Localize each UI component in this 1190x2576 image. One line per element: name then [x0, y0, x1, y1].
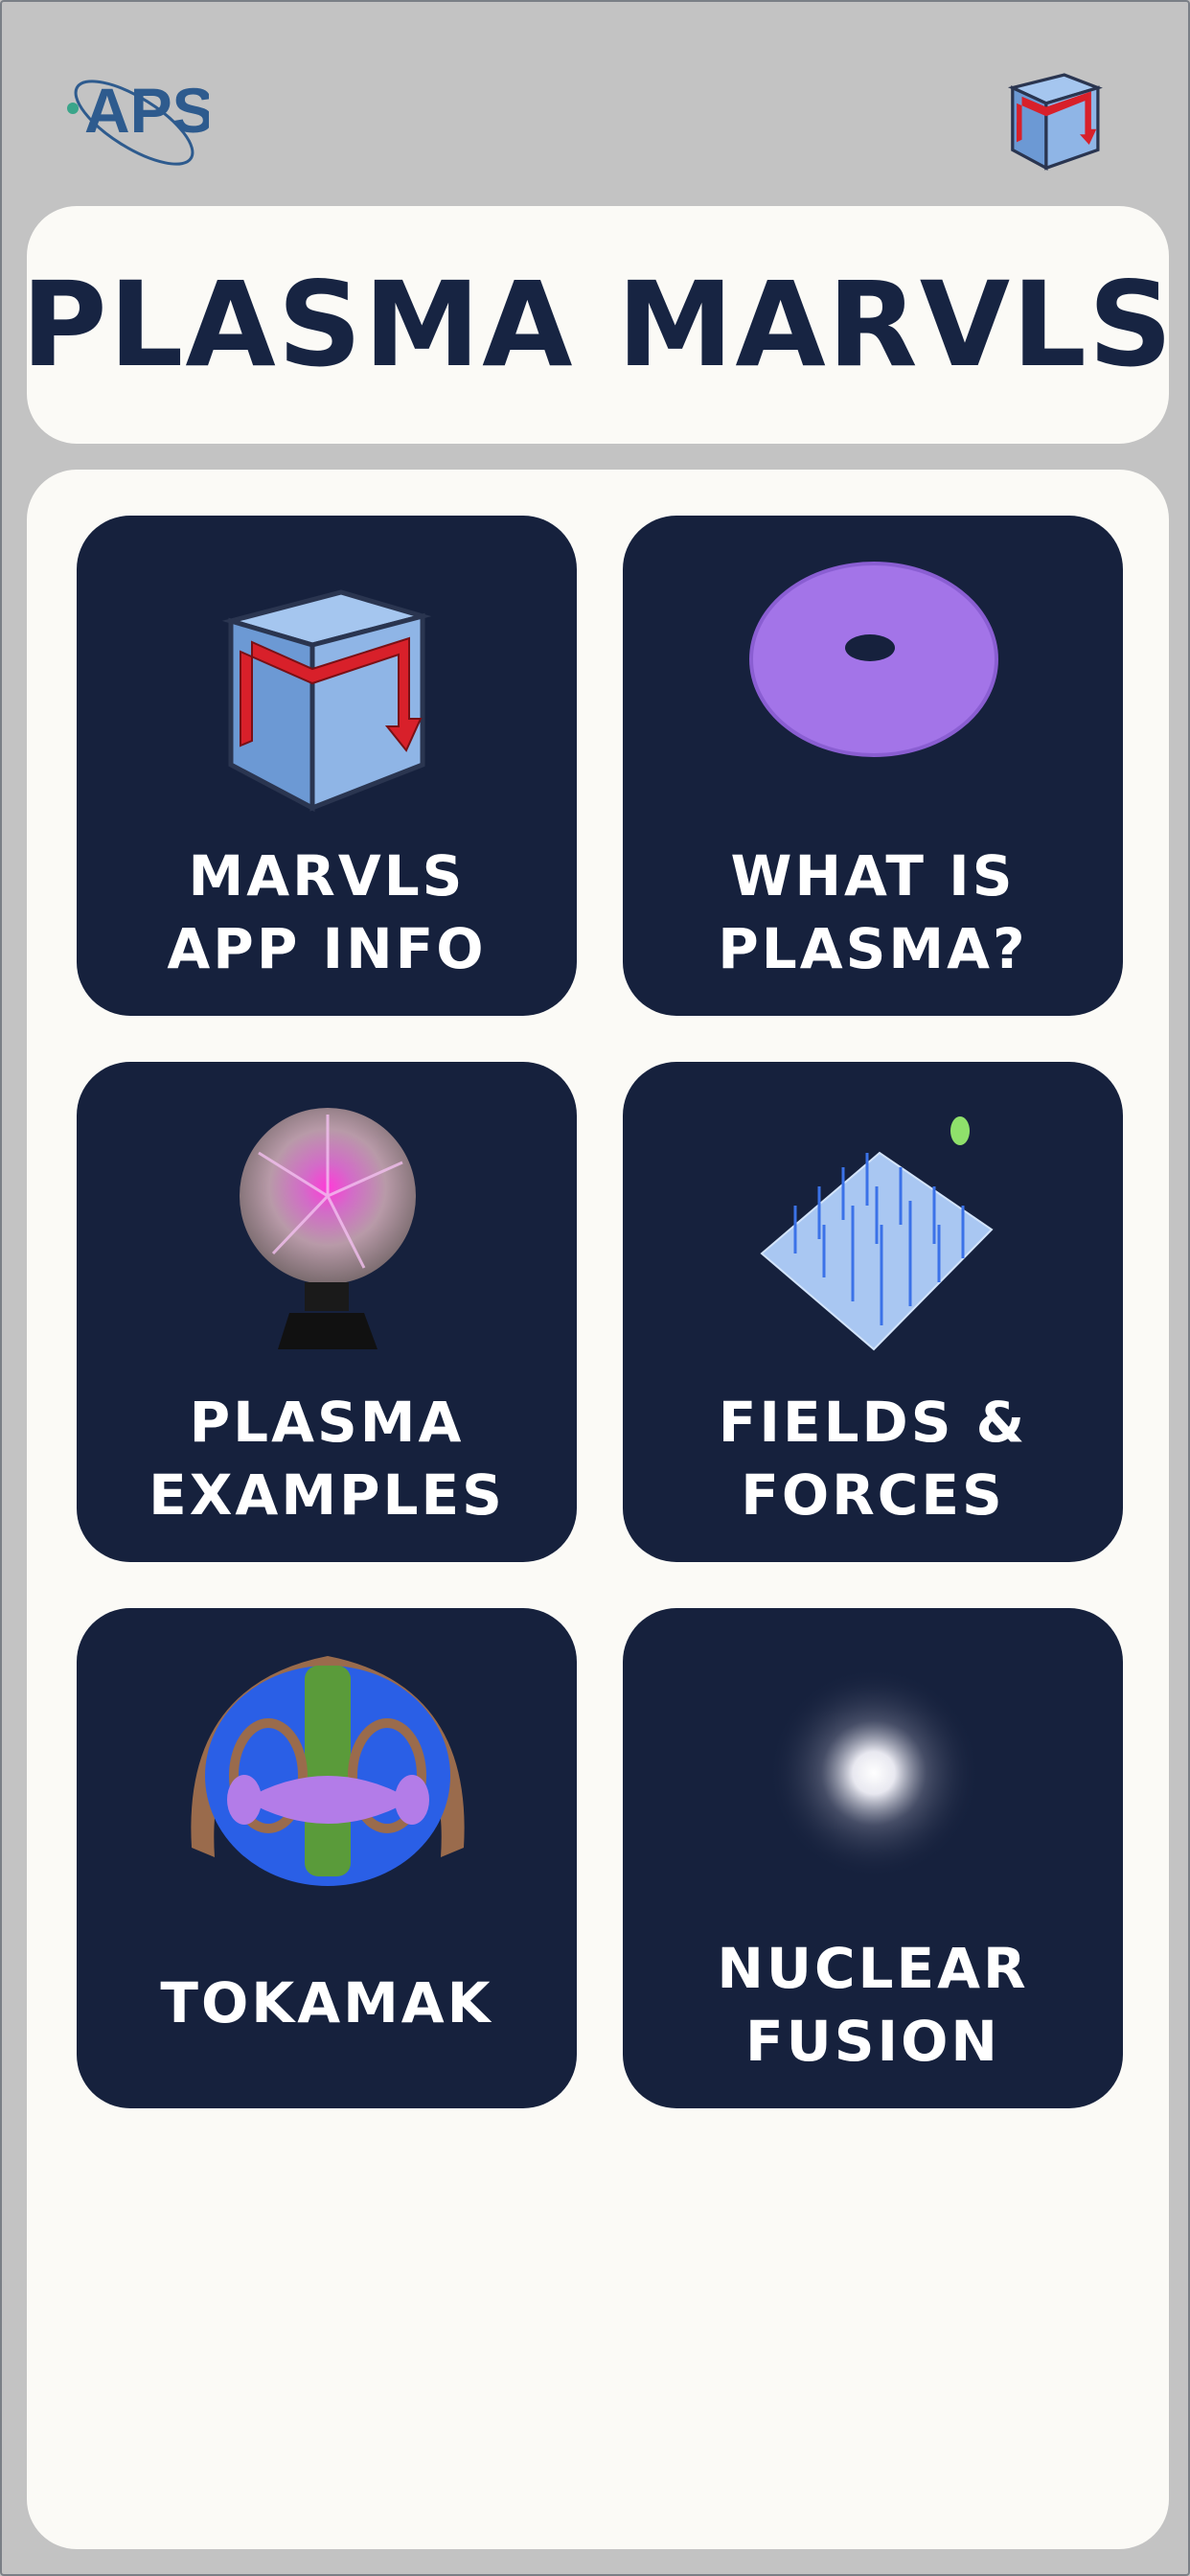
tile-label-line2: EXAMPLES — [149, 1462, 505, 1528]
tile-marvls-app-info[interactable]: MARVLS APP INFO — [77, 516, 577, 1016]
tokamak-icon — [191, 1656, 465, 1886]
aps-logo-text: APS — [84, 75, 209, 146]
menu-panel: MARVLS APP INFO WHAT IS PLASMA? PLASMA E… — [27, 470, 1169, 2549]
marvls-cube-icon[interactable] — [1002, 63, 1106, 174]
tile-label-line2: PLASMA? — [718, 916, 1028, 981]
tile-plasma-examples[interactable]: PLASMA EXAMPLES — [77, 1062, 577, 1562]
glowing-star-icon — [768, 1668, 979, 1878]
tile-nuclear-fusion[interactable]: NUCLEAR FUSION — [623, 1608, 1123, 2108]
tile-label-line1: MARVLS — [188, 843, 466, 908]
torus-icon — [749, 562, 998, 757]
plasma-ball-icon — [240, 1108, 416, 1349]
tile-label-line1: TOKAMAK — [160, 1970, 493, 2036]
app-title: PLASMA MARVLS — [21, 257, 1175, 393]
tile-label-line1: FIELDS & — [718, 1390, 1028, 1455]
aps-logo: APS — [65, 65, 215, 175]
tile-label-line2: FUSION — [745, 2009, 1000, 2074]
tile-label-line1: PLASMA — [189, 1390, 465, 1455]
marvls-cube-icon — [221, 589, 432, 813]
tile-label-line2: APP INFO — [167, 916, 487, 981]
tile-what-is-plasma[interactable]: WHAT IS PLASMA? — [623, 516, 1123, 1016]
tile-fields-and-forces[interactable]: FIELDS & FORCES — [623, 1062, 1123, 1562]
field-grid-icon — [760, 1116, 994, 1351]
title-card: PLASMA MARVLS — [21, 206, 1173, 444]
tile-label-line1: NUCLEAR — [717, 1936, 1029, 2001]
tile-label-line1: WHAT IS — [730, 843, 1016, 908]
tile-label-line2: FORCES — [741, 1462, 1005, 1528]
tile-tokamak[interactable]: TOKAMAK — [77, 1608, 577, 2108]
